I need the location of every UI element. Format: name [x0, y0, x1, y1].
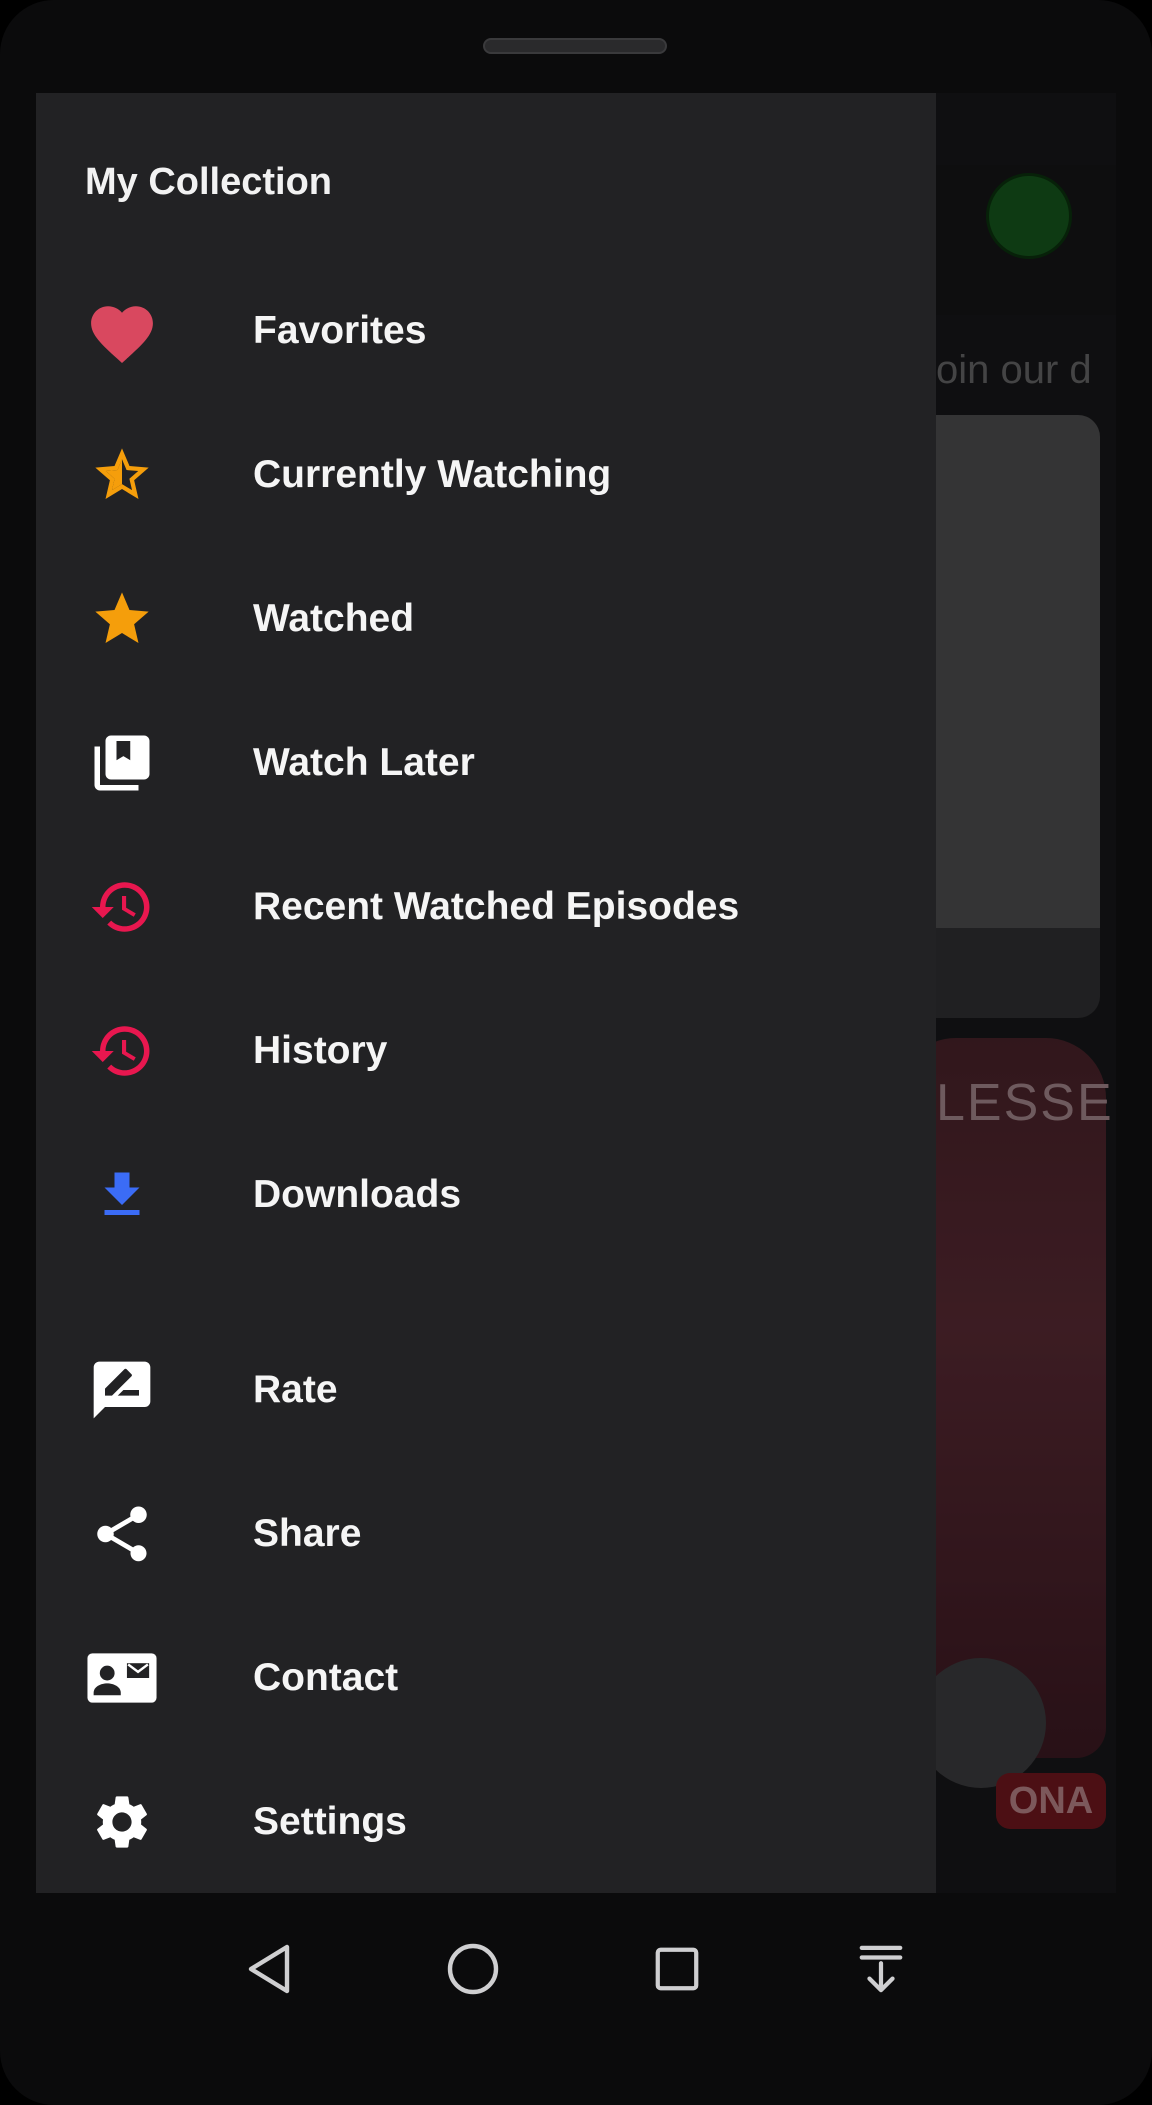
recents-icon[interactable] [637, 1929, 717, 2009]
share-icon [84, 1496, 160, 1572]
home-icon[interactable] [433, 1929, 513, 2009]
screen: Join our d LESSE ONA My Collection Favor… [36, 93, 1116, 1893]
menu-label-downloads: Downloads [253, 1173, 462, 1216]
rate-review-icon [84, 1352, 160, 1428]
menu-item-favorites[interactable]: Favorites [36, 259, 936, 403]
menu-label-watch-later: Watch Later [253, 741, 475, 784]
star-icon [84, 581, 160, 657]
phone-speaker [483, 38, 667, 54]
menu-item-downloads[interactable]: Downloads [36, 1123, 936, 1267]
menu-label-rate: Rate [253, 1368, 338, 1411]
star-half-icon [84, 437, 160, 513]
notification-pull-icon[interactable] [841, 1929, 921, 2009]
menu-label-settings: Settings [253, 1800, 407, 1843]
menu-label-recent-watched-episodes: Recent Watched Episodes [253, 885, 740, 928]
drawer-title: My Collection [85, 161, 333, 203]
menu-item-rate[interactable]: Rate [36, 1318, 936, 1462]
back-icon[interactable] [229, 1929, 309, 2009]
menu-label-watched: Watched [253, 597, 415, 640]
menu-item-history[interactable]: History [36, 979, 936, 1123]
menu-label-currently-watching: Currently Watching [253, 453, 612, 496]
menu-item-settings[interactable]: Settings [36, 1750, 936, 1893]
menu-label-favorites: Favorites [253, 309, 427, 352]
phone-frame: Join our d LESSE ONA My Collection Favor… [0, 0, 1152, 2105]
menu-item-recent-watched-episodes[interactable]: Recent Watched Episodes [36, 835, 936, 979]
menu-item-watched[interactable]: Watched [36, 547, 936, 691]
navigation-drawer: My Collection Favorites Currently Watchi… [36, 93, 936, 1893]
history-icon [84, 869, 160, 945]
menu-label-share: Share [253, 1512, 362, 1555]
menu-item-currently-watching[interactable]: Currently Watching [36, 403, 936, 547]
menu-item-watch-later[interactable]: Watch Later [36, 691, 936, 835]
gear-icon [84, 1784, 160, 1860]
menu-label-contact: Contact [253, 1656, 399, 1699]
system-navigation-bar [36, 1893, 1116, 2043]
menu-item-contact[interactable]: Contact [36, 1606, 936, 1750]
history-icon [84, 1013, 160, 1089]
heart-icon [84, 293, 160, 369]
library-bookmark-icon [84, 725, 160, 801]
contact-card-icon [84, 1640, 160, 1716]
menu-label-history: History [253, 1029, 388, 1072]
menu-item-share[interactable]: Share [36, 1462, 936, 1606]
download-icon [84, 1157, 160, 1233]
